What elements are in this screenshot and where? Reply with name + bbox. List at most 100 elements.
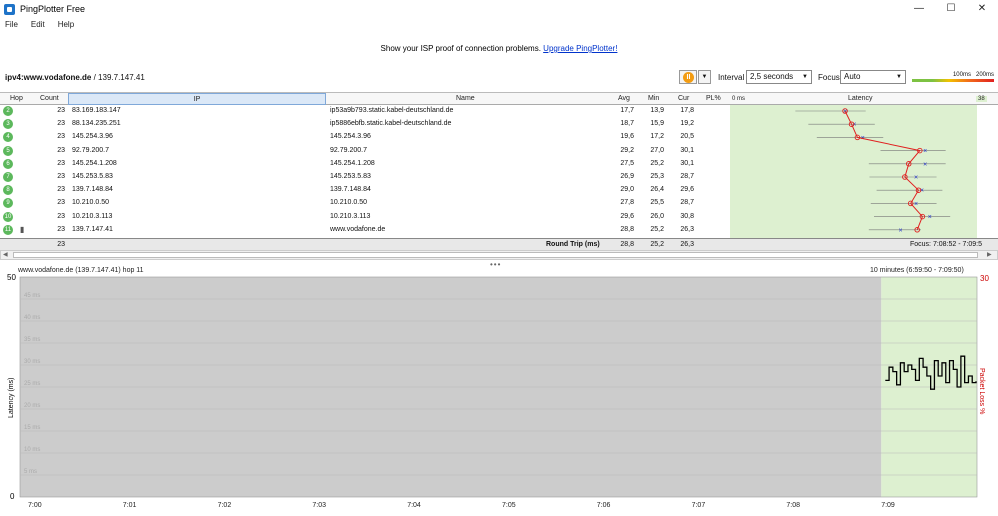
y-tick-label: 5 ms (24, 469, 37, 475)
header-name[interactable]: Name (456, 95, 475, 102)
target-label: ipv4:www.vodafone.de / 139.7.147.41 (5, 73, 145, 82)
hop-ip: 92.79.200.7 (72, 146, 109, 154)
hop-avg: 29,6 (620, 212, 634, 220)
hop-min: 15,9 (650, 120, 664, 128)
table-row[interactable]: 5 23 92.79.200.7 92.79.200.7 29,2 27,0 30,1 (0, 145, 998, 157)
table-row[interactable]: 2 23 83.169.183.147 ip53a9b793.static.kabel… (0, 105, 998, 117)
minimize-button[interactable]: — (904, 2, 934, 16)
upgrade-banner: Show your ISP proof of connection proble… (0, 44, 998, 53)
header-min[interactable]: Min (648, 95, 659, 102)
scroll-left-icon[interactable]: ◀ (3, 251, 8, 258)
menu-edit[interactable]: Edit (31, 20, 45, 29)
menu-help[interactable]: Help (58, 20, 74, 29)
table-row[interactable]: 10 23 10.210.3.113 10.210.3.113 29,6 26,0 30,8 (0, 211, 998, 223)
hop-cur: 28,7 (680, 199, 694, 207)
upgrade-link[interactable]: Upgrade PingPlotter! (543, 44, 617, 53)
hop-ip: 139.7.148.84 (72, 186, 113, 194)
menu-file[interactable]: File (5, 20, 18, 29)
y-tick-label: 45 ms (24, 293, 40, 299)
table-row[interactable]: 6 23 145.254.1.208 145.254.1.208 27,5 25,2 30,… (0, 158, 998, 170)
app-icon (4, 4, 15, 15)
hop-cur: 30,1 (680, 146, 694, 154)
hop-number: 4 (3, 132, 13, 143)
header-cur[interactable]: Cur (678, 95, 689, 102)
header-latency[interactable]: Latency (848, 95, 873, 102)
header-pl[interactable]: PL% (706, 95, 721, 102)
hop-count: 23 (57, 199, 65, 207)
rt-min: 25,2 (650, 241, 664, 248)
y-axis-bottom: 0 (10, 492, 15, 501)
hop-count: 23 (57, 173, 65, 180)
pause-dropdown-button[interactable]: ▼ (698, 70, 711, 84)
title-bar: PingPlotter Free — ☐ ✕ (0, 0, 998, 18)
x-tick-label: 7:06 (597, 502, 611, 509)
splitter-handle[interactable]: ••• (490, 260, 501, 269)
bar-chart-icon[interactable]: ▮ (20, 225, 24, 234)
focus-select[interactable]: Auto ▼ (840, 70, 906, 84)
hop-number: 2 (3, 106, 13, 116)
table-row[interactable]: 3 23 88.134.235.251 ip5886ebfb.static.kabel… (0, 118, 998, 130)
interval-value: 2,5 seconds (750, 72, 794, 81)
table-row[interactable]: 9 23 10.210.0.50 10.210.0.50 27,8 25,5 28,7 (0, 197, 998, 209)
hop-ip: 145.253.5.83 (72, 173, 113, 180)
target-host: ipv4:www.vodafone.de (5, 73, 92, 82)
hop-min: 25,2 (650, 225, 664, 233)
hop-number: 6 (3, 158, 13, 169)
table-row[interactable]: 11 23 139.7.147.41 www.vodafone.de 28,8 25,2 2… (0, 224, 998, 236)
x-tick-label: 7:03 (312, 502, 326, 509)
hop-min: 25,5 (650, 199, 664, 207)
hop-number: 5 (3, 145, 13, 156)
header-count[interactable]: Count (40, 95, 59, 102)
maximize-button[interactable]: ☐ (936, 2, 966, 16)
horizontal-scrollbar[interactable]: ◀ ▶ (0, 250, 998, 260)
hop-name: 145.254.3.96 (330, 133, 371, 141)
table-row[interactable]: 4 23 145.254.3.96 145.254.3.96 19,6 17,2 20,5 (0, 131, 998, 143)
legend-gradient (912, 79, 994, 82)
table-row[interactable]: 7 23 145.253.5.83 145.253.5.83 26,9 25,3 28,7 (0, 171, 998, 183)
hop-min: 27,0 (650, 146, 664, 154)
hop-count: 23 (57, 225, 65, 233)
hop-ip: 145.254.3.96 (72, 133, 113, 141)
scrollbar-thumb[interactable] (13, 252, 978, 258)
hop-avg: 29,2 (620, 146, 634, 154)
y-tick-label: 10 ms (24, 447, 40, 453)
hop-min: 13,9 (650, 107, 664, 114)
hop-number: 3 (3, 119, 13, 130)
close-button[interactable]: ✕ (967, 2, 997, 16)
x-tick-label: 7:08 (786, 502, 800, 509)
hop-avg: 28,8 (620, 225, 634, 233)
banner-text: Show your ISP proof of connection proble… (380, 44, 541, 53)
rt-count: 23 (57, 241, 65, 248)
hop-min: 25,3 (650, 173, 664, 180)
y-tick-label: 35 ms (24, 337, 40, 343)
hop-table: Hop Count IP Name Avg Min Cur PL% 0 ms L… (0, 92, 998, 250)
y-tick-label: 25 ms (24, 381, 40, 387)
focus-label: Focus (818, 73, 840, 82)
y-axis-label: Latency (ms) (8, 378, 15, 418)
hop-number: 9 (3, 198, 13, 209)
scroll-right-icon[interactable]: ▶ (987, 251, 992, 258)
hop-cur: 20,5 (680, 133, 694, 141)
hop-cur: 28,7 (680, 173, 694, 180)
pause-button[interactable]: II (679, 70, 697, 84)
x-tick-label: 7:01 (123, 502, 137, 509)
hop-min: 26,0 (650, 212, 664, 220)
header-ip[interactable]: IP (68, 93, 326, 105)
header-hop[interactable]: Hop (10, 95, 23, 102)
rt-avg: 28,8 (620, 241, 634, 248)
target-ip: / 139.7.147.41 (91, 73, 145, 82)
hop-avg: 27,5 (620, 159, 634, 167)
legend-200: 200ms (975, 72, 994, 78)
y-tick-label: 30 ms (24, 359, 40, 365)
hop-number: 7 (3, 172, 13, 182)
x-tick-label: 7:00 (28, 502, 42, 509)
menu-bar: File Edit Help (0, 20, 82, 34)
table-row[interactable]: 8 23 139.7.148.84 139.7.148.84 29,0 26,4 29,6 (0, 184, 998, 196)
hop-ip: 10.210.3.113 (72, 212, 113, 220)
rt-cur: 26,3 (680, 241, 694, 248)
hop-name: 10.210.3.113 (330, 212, 371, 220)
interval-select[interactable]: 2,5 seconds ▼ (746, 70, 812, 84)
header-avg[interactable]: Avg (618, 95, 630, 102)
hop-name: 139.7.148.84 (330, 186, 371, 194)
hop-count: 23 (57, 120, 65, 128)
